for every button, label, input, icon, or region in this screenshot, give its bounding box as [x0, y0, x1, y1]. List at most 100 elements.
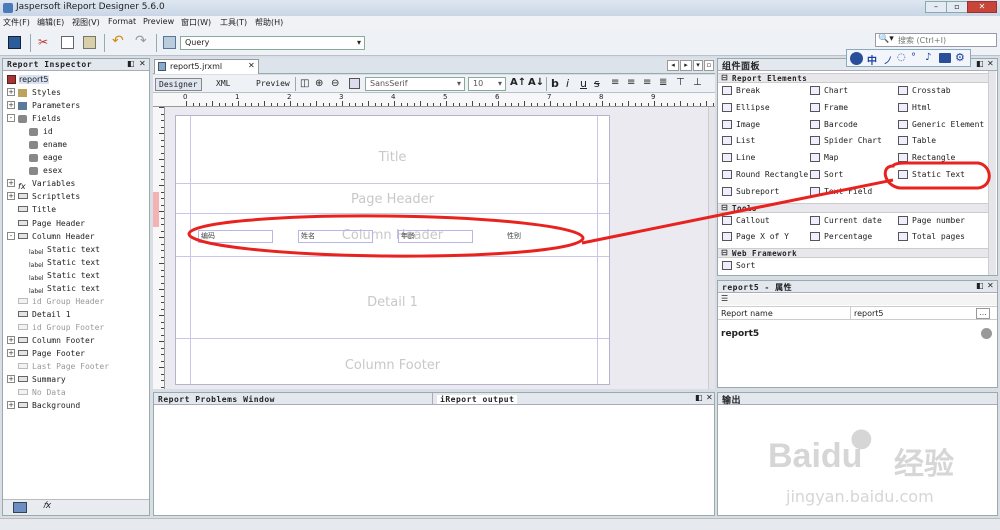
expand-icon[interactable]: +: [7, 192, 15, 201]
query-icon[interactable]: [163, 36, 176, 49]
close-panel-icon[interactable]: ✕: [139, 59, 146, 68]
close-panel-icon[interactable]: ✕: [987, 281, 994, 290]
palette-item[interactable]: Ellipse: [722, 101, 770, 115]
help-icon[interactable]: [981, 328, 992, 339]
zoom-in-icon[interactable]: ⊕: [315, 78, 323, 89]
align-left-icon[interactable]: ≡: [611, 77, 619, 88]
ellipsis-button[interactable]: …: [976, 308, 990, 319]
zoom-out-icon[interactable]: ⊖: [331, 78, 339, 89]
tree-view-icon[interactable]: [13, 502, 27, 513]
align-top-icon[interactable]: ⊤: [676, 77, 685, 88]
increase-font-icon[interactable]: A↑: [510, 77, 526, 88]
menu-tools[interactable]: 工具(T): [220, 17, 247, 28]
minimize-panel-icon[interactable]: ◧: [976, 281, 984, 290]
palette-item[interactable]: Map: [810, 151, 838, 165]
palette-item[interactable]: Break: [722, 84, 760, 98]
palette-item[interactable]: Chart: [810, 84, 848, 98]
italic-icon[interactable]: i: [566, 77, 569, 90]
tab-report-problems[interactable]: Report Problems Window: [158, 395, 275, 404]
minimize-panel-icon[interactable]: ◧: [127, 59, 135, 68]
ime-punct-icon[interactable]: ノ: [883, 52, 893, 67]
palette-item[interactable]: Subreport: [722, 185, 779, 199]
palette-item[interactable]: Current date: [810, 214, 882, 228]
strikethrough-icon[interactable]: s: [594, 77, 600, 90]
menu-file[interactable]: 文件(F): [3, 17, 30, 28]
expression-icon[interactable]: 𝑓x: [43, 501, 51, 511]
palette-item[interactable]: Crosstab: [898, 84, 951, 98]
expand-icon[interactable]: +: [7, 101, 15, 110]
microphone-icon[interactable]: ♪: [925, 52, 931, 63]
palette-section-header[interactable]: ⊟ Tools: [718, 202, 988, 213]
design-canvas[interactable]: Title Page Header Column Header Detail 1…: [165, 107, 715, 389]
close-tab-icon[interactable]: ✕: [248, 61, 255, 70]
palette-item[interactable]: Sort: [810, 168, 843, 182]
palette-item[interactable]: Page X of Y: [722, 230, 789, 244]
save-icon[interactable]: [8, 36, 21, 49]
undo-icon[interactable]: ↶: [112, 34, 125, 48]
static-text-field[interactable]: 性别: [504, 230, 579, 243]
tab-ireport-output[interactable]: iReport output: [437, 395, 518, 404]
expand-icon[interactable]: +: [7, 179, 15, 188]
search-input[interactable]: 搜索 (Ctrl+I): [898, 35, 946, 46]
sort-icon[interactable]: ☰: [721, 294, 728, 303]
underline-icon[interactable]: u: [580, 77, 587, 90]
menu-view[interactable]: 视图(V): [72, 17, 100, 28]
align-justify-icon[interactable]: ≣: [659, 77, 667, 88]
menu-preview[interactable]: Preview: [143, 17, 174, 26]
decrease-font-icon[interactable]: A↓: [528, 77, 544, 88]
collapse-icon[interactable]: ⊟: [721, 203, 728, 212]
keyboard-icon[interactable]: [939, 53, 951, 63]
search-box[interactable]: 🔍▾ 搜索 (Ctrl+I): [875, 33, 997, 47]
palette-item[interactable]: Sort: [722, 259, 755, 273]
palette-item[interactable]: Total pages: [898, 230, 965, 244]
static-text-field[interactable]: 姓名: [298, 230, 373, 243]
redo-icon[interactable]: ↷: [135, 34, 148, 48]
scroll-right-icon[interactable]: ▸: [680, 60, 692, 71]
minimize-panel-icon[interactable]: ◧: [695, 393, 703, 402]
expand-icon[interactable]: +: [7, 401, 15, 410]
expand-icon[interactable]: +: [7, 88, 15, 96]
close-panel-icon[interactable]: ✕: [706, 393, 713, 402]
copy-icon[interactable]: [61, 36, 74, 49]
static-text-field[interactable]: 编码: [198, 230, 273, 243]
font-family-select[interactable]: SansSerif ▾: [365, 77, 465, 91]
menu-edit[interactable]: 编辑(E): [37, 17, 64, 28]
palette-section-header[interactable]: ⊟ Report Elements: [718, 73, 988, 83]
maximize-button[interactable]: ▫: [946, 1, 968, 13]
paste-icon[interactable]: [83, 36, 96, 49]
palette-item[interactable]: Text Field: [810, 185, 872, 199]
menu-window[interactable]: 窗口(W): [181, 17, 211, 28]
tab-list-icon[interactable]: ▾: [693, 60, 703, 71]
collapse-icon[interactable]: ⊟: [721, 248, 728, 257]
collapse-icon[interactable]: ⊟: [721, 73, 728, 82]
menu-format[interactable]: Format: [108, 17, 136, 26]
palette-item[interactable]: Percentage: [810, 230, 872, 244]
palette-scrollbar[interactable]: [988, 71, 996, 275]
zoom-fit-icon[interactable]: ◫: [300, 78, 309, 89]
align-right-icon[interactable]: ≡: [643, 77, 651, 88]
maximize-editor-icon[interactable]: ▫: [704, 60, 714, 71]
palette-item[interactable]: Static Text: [898, 168, 965, 182]
align-center-icon[interactable]: ≡: [627, 77, 635, 88]
xml-mode-button[interactable]: XML: [216, 79, 230, 88]
preview-mode-button[interactable]: Preview: [256, 79, 290, 88]
property-value[interactable]: report5: [854, 309, 884, 318]
canvas-scrollbar[interactable]: [708, 107, 715, 389]
collapse-icon[interactable]: -: [7, 231, 15, 240]
palette-item[interactable]: Spider Chart: [810, 134, 882, 148]
menu-help[interactable]: 帮助(H): [255, 17, 283, 28]
property-row[interactable]: Report name report5 …: [718, 306, 997, 320]
minimize-panel-icon[interactable]: ◧: [976, 59, 984, 68]
palette-item[interactable]: Table: [898, 134, 936, 148]
collapse-icon[interactable]: -: [7, 114, 15, 123]
expand-icon[interactable]: +: [7, 349, 15, 357]
palette-item[interactable]: Round Rectangle: [722, 168, 808, 182]
palette-item[interactable]: Image: [722, 118, 760, 132]
close-panel-icon[interactable]: ✕: [987, 59, 994, 68]
tab-report5[interactable]: report5.jrxml ✕: [154, 59, 259, 74]
align-bottom-icon[interactable]: ⊥: [693, 77, 702, 88]
palette-section-header[interactable]: ⊟ Web Framework: [718, 248, 988, 259]
palette-item[interactable]: Barcode: [810, 118, 858, 132]
palette-item[interactable]: Frame: [810, 101, 848, 115]
bold-icon[interactable]: b: [551, 77, 559, 90]
